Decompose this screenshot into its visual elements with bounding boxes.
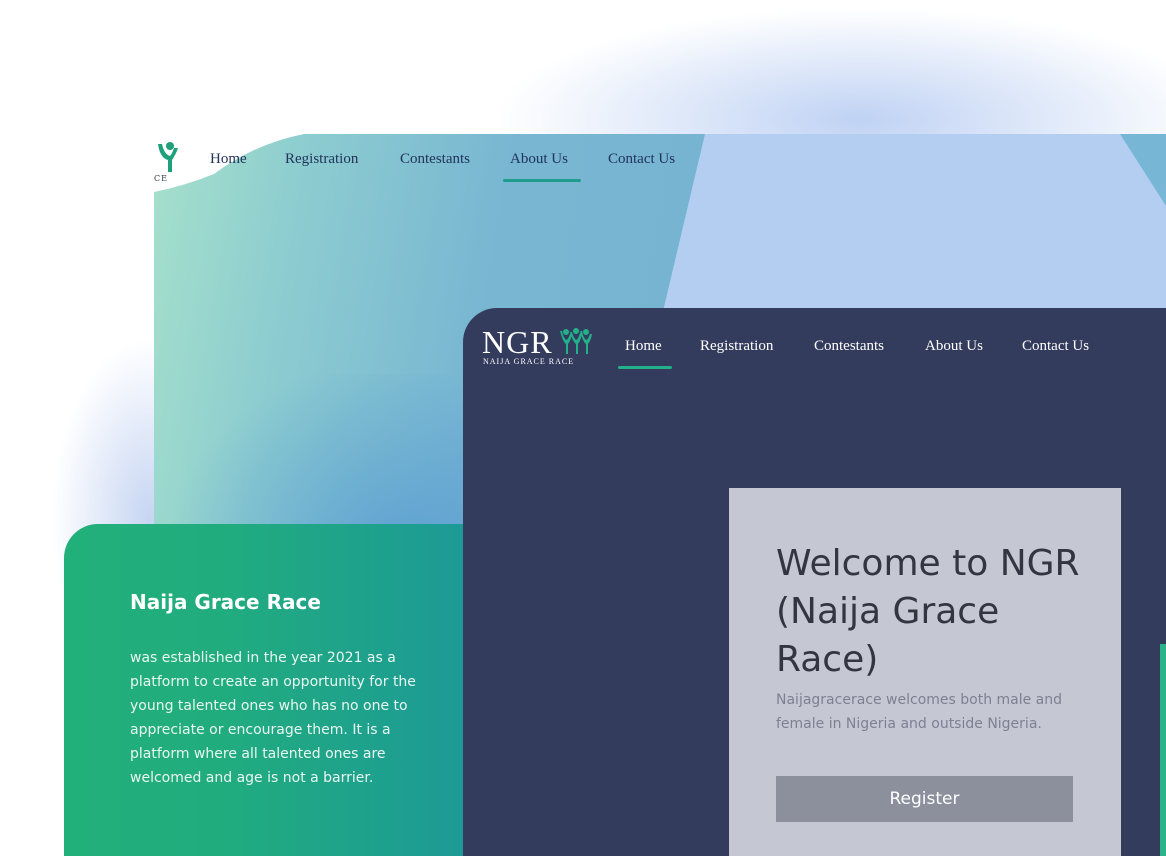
back-nav-contestants[interactable]: Contestants (400, 151, 470, 168)
front-nav-home[interactable]: Home (625, 338, 662, 355)
logo-text: NGR (482, 324, 553, 360)
about-info-card: Naija Grace Race was established in the … (64, 524, 463, 856)
welcome-title: Welcome to NGR (Naija Grace Race) (776, 543, 1080, 680)
active-nav-indicator (503, 179, 581, 182)
logo-fragment: CE (154, 174, 168, 183)
people-logo-icon (560, 328, 592, 354)
front-nav-registration[interactable]: Registration (700, 338, 773, 355)
person-logo-icon (158, 142, 178, 172)
front-nav-contestants[interactable]: Contestants (814, 338, 884, 355)
back-logo[interactable]: CE (154, 140, 184, 183)
info-card-title: Naija Grace Race (130, 590, 321, 614)
front-nav-about-us[interactable]: About Us (925, 338, 983, 355)
edge-accent (1160, 644, 1166, 856)
front-site-preview: NGR NAIJA GRACE RACE Home Registration C… (463, 308, 1166, 856)
register-button[interactable]: Register (776, 776, 1073, 822)
ngr-logo[interactable]: NGR NAIJA GRACE RACE (482, 326, 594, 370)
back-nav-home[interactable]: Home (210, 151, 247, 168)
active-nav-indicator (618, 366, 672, 369)
back-nav-about-us[interactable]: About Us (510, 151, 568, 168)
info-card-body: was established in the year 2021 as a pl… (130, 650, 416, 786)
back-nav-contact-us[interactable]: Contact Us (608, 151, 675, 168)
front-nav-contact-us[interactable]: Contact Us (1022, 338, 1089, 355)
welcome-description: Naijagracerace welcomes both male and fe… (776, 692, 1063, 732)
welcome-card: Welcome to NGR (Naija Grace Race) Naijag… (729, 488, 1121, 856)
back-nav-registration[interactable]: Registration (285, 151, 358, 168)
logo-subtitle: NAIJA GRACE RACE (483, 357, 575, 366)
